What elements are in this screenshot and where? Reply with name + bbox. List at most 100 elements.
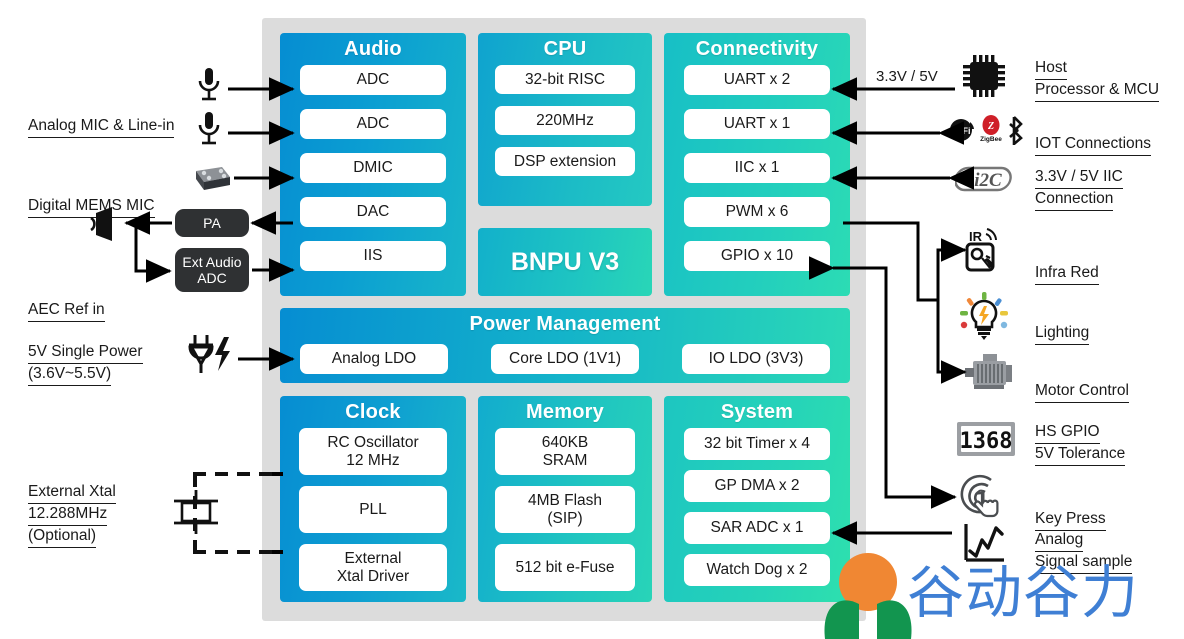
label-infra-red-text: Infra Red: [1035, 263, 1099, 285]
touch-hand-icon: [960, 474, 999, 518]
svg-text:IR: IR: [969, 229, 983, 244]
cpu-item-dsp[interactable]: DSP extension: [495, 147, 635, 176]
label-analog-mic-text: Analog MIC & Line-in: [28, 116, 175, 138]
audio-item-adc-1[interactable]: ADC: [300, 65, 446, 95]
microphone-icon: [198, 68, 220, 101]
cpu-item-risc[interactable]: 32-bit RISC: [495, 65, 635, 94]
label-iic-connection: 3.3V / 5V IIC Connection: [1035, 167, 1123, 211]
power-plug-icon: [188, 335, 230, 373]
audio-item-dmic[interactable]: DMIC: [300, 153, 446, 183]
memory-item-efuse[interactable]: 512 bit e-Fuse: [495, 544, 635, 591]
audio-item-iis[interactable]: IIS: [300, 241, 446, 271]
label-aec-ref-in-text: AEC Ref in: [28, 300, 105, 322]
label-host-processor-line: Host: [1035, 58, 1067, 80]
annotation-voltage-host-text: 3.3V / 5V: [876, 68, 938, 86]
conn-item-gpio[interactable]: GPIO x 10: [684, 241, 830, 271]
annotation-voltage-host: 3.3V / 5V: [876, 47, 938, 88]
diagram-canvas: Audio ADC ADC DMIC DAC IIS CPU 32-bit RI…: [0, 0, 1184, 639]
svg-text:WiFi: WiFi: [952, 126, 971, 136]
power-item-analog-ldo[interactable]: Analog LDO: [300, 344, 448, 374]
label-hs-gpio: HS GPIO 5V Tolerance: [1035, 422, 1126, 466]
pa-box[interactable]: PA: [175, 209, 249, 237]
svg-text:Z: Z: [987, 121, 994, 132]
mems-chip-icon: [196, 167, 230, 190]
label-key-press-text: Key Press: [1035, 509, 1106, 531]
label-external-xtal-line: 12.288MHz: [28, 504, 108, 526]
audio-item-dac[interactable]: DAC: [300, 197, 446, 227]
block-clock[interactable]: Clock RC Oscillator 12 MHz PLL External …: [280, 396, 466, 602]
lightbulb-icon: [960, 292, 1008, 340]
system-item-gp-dma[interactable]: GP DMA x 2: [684, 470, 830, 502]
label-lighting-text: Lighting: [1035, 323, 1090, 345]
label-iic-connection-line: 3.3V / 5V IIC: [1035, 167, 1123, 189]
block-clock-title: Clock: [345, 401, 401, 423]
block-connectivity[interactable]: Connectivity UART x 2 UART x 1 IIC x 1 P…: [664, 33, 850, 296]
clock-item-rc-oscillator[interactable]: RC Oscillator 12 MHz: [299, 428, 447, 475]
block-audio-title: Audio: [344, 38, 402, 60]
label-motor-control-text: Motor Control: [1035, 381, 1129, 403]
label-external-xtal: External Xtal 12.288MHz (Optional): [28, 482, 116, 548]
svg-text:i2C: i2C: [974, 170, 1002, 191]
block-cpu-title: CPU: [543, 38, 587, 60]
memory-item-sram[interactable]: 640KB SRAM: [495, 428, 635, 475]
wifi-zigbee-bluetooth-icon: WiFi Z ZigBee: [950, 115, 1023, 145]
block-memory[interactable]: Memory 640KB SRAM 4MB Flash (SIP) 512 bi…: [478, 396, 652, 602]
label-iot-connections: IOT Connections: [1035, 113, 1152, 156]
block-power-management[interactable]: Power Management Analog LDO Core LDO (1V…: [280, 308, 850, 383]
i2c-icon: i2C: [955, 166, 1012, 192]
label-iic-connection-line: Connection: [1035, 189, 1114, 211]
label-external-xtal-line: External Xtal: [28, 482, 116, 504]
conn-item-uart-x1[interactable]: UART x 1: [684, 109, 830, 139]
watermark-logo: 谷动谷力: [815, 548, 1184, 639]
label-hs-gpio-line: 5V Tolerance: [1035, 444, 1126, 466]
svg-text:ZigBee: ZigBee: [980, 136, 1002, 143]
pa-box-label: PA: [203, 214, 221, 231]
label-host-processor: Host Processor & MCU: [1035, 58, 1160, 102]
conn-item-uart-x2[interactable]: UART x 2: [684, 65, 830, 95]
microphone-icon: [198, 112, 220, 145]
clock-item-external-xtal-driver[interactable]: External Xtal Driver: [299, 544, 447, 591]
power-item-core-ldo[interactable]: Core LDO (1V1): [491, 344, 639, 374]
ext-audio-adc-box-label: Ext Audio ADC: [182, 253, 242, 286]
block-connectivity-title: Connectivity: [695, 38, 819, 60]
block-memory-title: Memory: [526, 401, 604, 423]
block-cpu[interactable]: CPU 32-bit RISC 220MHz DSP extension: [478, 33, 652, 206]
cpu-item-frequency[interactable]: 220MHz: [495, 106, 635, 135]
seven-segment-icon: 1368: [957, 422, 1015, 456]
label-aec-ref-in: AEC Ref in: [28, 279, 105, 322]
power-item-io-ldo[interactable]: IO LDO (3V3): [682, 344, 830, 374]
motor-icon: [965, 354, 1012, 389]
block-bnpu-title: BNPU V3: [510, 247, 620, 276]
label-key-press: Key Press: [1035, 488, 1106, 531]
block-bnpu[interactable]: BNPU V3: [478, 228, 652, 296]
label-5v-single-power-line: (3.6V~5.5V): [28, 364, 112, 386]
label-motor-control: Motor Control: [1035, 360, 1129, 403]
system-item-sar-adc[interactable]: SAR ADC x 1: [684, 512, 830, 544]
memory-item-flash[interactable]: 4MB Flash (SIP): [495, 486, 635, 533]
conn-item-pwm[interactable]: PWM x 6: [684, 197, 830, 227]
label-infra-red: Infra Red: [1035, 242, 1099, 285]
ext-audio-adc-box[interactable]: Ext Audio ADC: [175, 248, 249, 292]
block-audio[interactable]: Audio ADC ADC DMIC DAC IIS: [280, 33, 466, 296]
speaker-icon: [90, 207, 112, 241]
block-system-title: System: [720, 401, 794, 423]
label-5v-single-power: 5V Single Power (3.6V~5.5V): [28, 342, 143, 386]
watermark-text: 谷动谷力: [907, 560, 1139, 626]
block-power-title: Power Management: [469, 313, 661, 335]
label-host-processor-line: Processor & MCU: [1035, 80, 1160, 102]
cpu-chip-icon: [963, 55, 1005, 97]
audio-item-adc-2[interactable]: ADC: [300, 109, 446, 139]
seven-segment-value: 1368: [960, 429, 1013, 454]
logo-mark-icon: [824, 553, 912, 639]
label-iot-connections-text: IOT Connections: [1035, 134, 1152, 156]
label-external-xtal-line: (Optional): [28, 526, 97, 548]
system-item-timer[interactable]: 32 bit Timer x 4: [684, 428, 830, 460]
label-analog-mic: Analog MIC & Line-in: [28, 95, 175, 138]
label-hs-gpio-line: HS GPIO: [1035, 422, 1100, 444]
infrared-icon: IR: [965, 228, 997, 272]
label-lighting: Lighting: [1035, 302, 1090, 345]
conn-item-iic[interactable]: IIC x 1: [684, 153, 830, 183]
system-item-watch-dog[interactable]: Watch Dog x 2: [684, 554, 830, 586]
clock-item-pll[interactable]: PLL: [299, 486, 447, 533]
label-5v-single-power-line: 5V Single Power: [28, 342, 143, 364]
